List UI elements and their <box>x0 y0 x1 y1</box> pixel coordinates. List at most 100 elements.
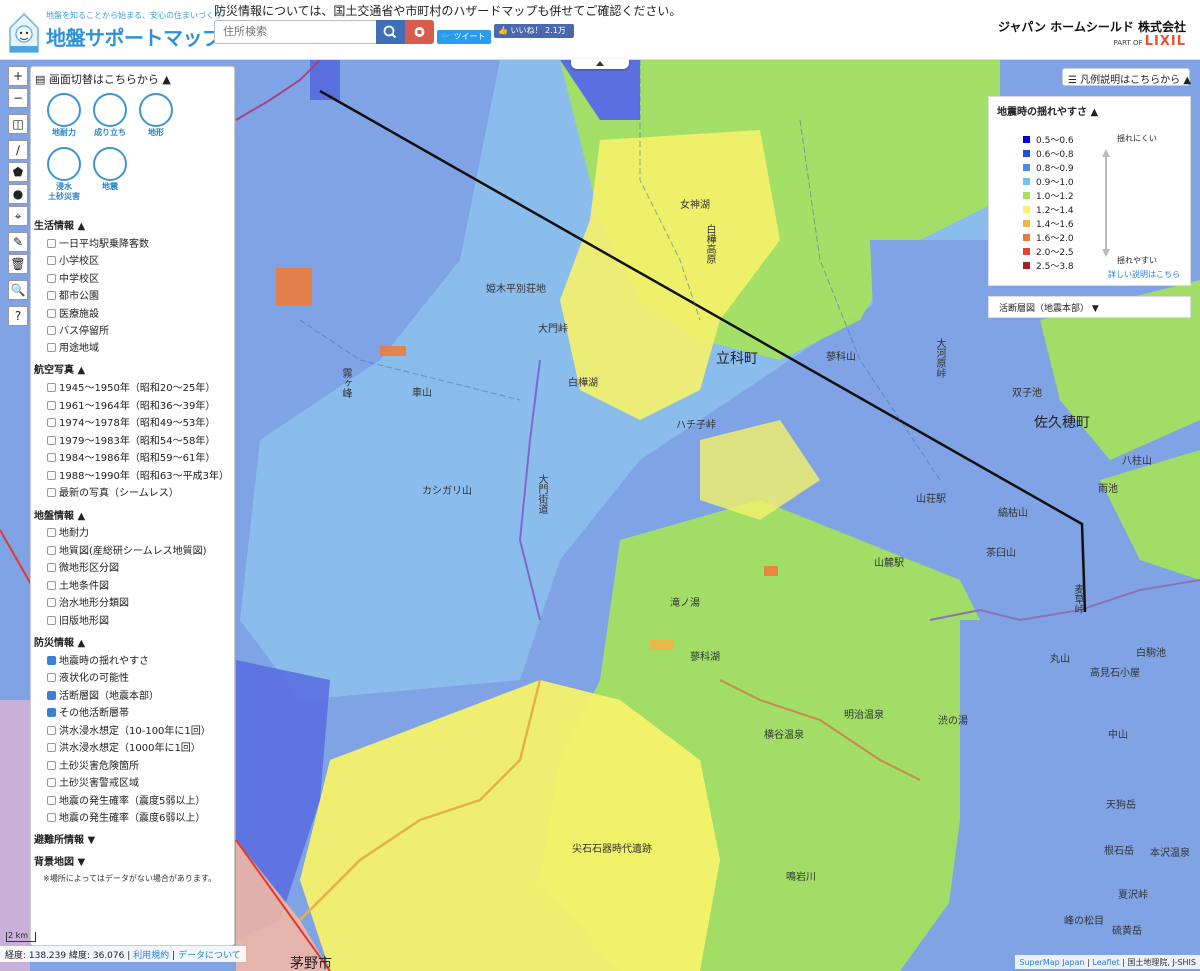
layer-checkbox[interactable]: 中学校区 <box>47 270 99 285</box>
layer-label: 最新の写真（シームレス） <box>59 488 179 499</box>
checkbox-icon <box>47 326 56 335</box>
zoom-out-button[interactable]: − <box>8 88 28 108</box>
zoom-in-button[interactable]: + <box>8 66 28 86</box>
layer-checkbox[interactable]: 都市公園 <box>47 287 99 302</box>
legend-swatch <box>1023 262 1030 269</box>
checkbox-icon <box>47 813 56 822</box>
legend-swatch <box>1023 248 1030 255</box>
layer-checkbox[interactable]: 地震の発生確率（震度5弱以上） <box>47 792 205 807</box>
site-brand: 地盤サポートマップ <box>46 26 222 50</box>
section-title-disaster[interactable]: 防災情報 ▲ <box>34 634 85 649</box>
tweet-button[interactable]: 🐦 ツイート <box>437 30 491 44</box>
layer-checkbox[interactable]: 土地条件図 <box>47 577 109 592</box>
tweet-label: ツイート <box>453 32 486 41</box>
legend-swatch <box>1023 220 1030 227</box>
header-collapse-tab[interactable] <box>571 59 629 69</box>
header: 地盤を知ることから始まる、安心の住まいづくり 地盤サポートマップ 防災情報につい… <box>0 0 1200 60</box>
legend-swatch <box>1023 136 1030 143</box>
section-title-shelter[interactable]: 避難所情報 ▼ <box>34 831 95 846</box>
view-terrain[interactable]: 地形 <box>135 93 177 138</box>
fault-legend-toggle[interactable]: 活断層図（地震本部） ▼ <box>988 296 1191 318</box>
edit-layers-button[interactable]: ✎ <box>8 232 28 252</box>
layer-label: 1979〜1983年（昭和54〜58年） <box>59 436 216 447</box>
data-availability-note: ※場所によってはデータがない場合があります。 <box>43 874 217 883</box>
attribution-supermap[interactable]: SuperMap Japan <box>1019 958 1084 967</box>
layer-checkbox[interactable]: 1984〜1986年（昭和59〜61年） <box>47 449 215 464</box>
view-flood[interactable]: 浸水 土砂災害 <box>43 147 85 202</box>
layer-checkbox[interactable]: 土砂災害警戒区域 <box>47 774 139 789</box>
legend-row: 1.6〜2.0 <box>1023 231 1074 244</box>
attribution-leaflet[interactable]: Leaflet <box>1092 958 1119 967</box>
view-earthquake[interactable]: 地震 <box>89 147 131 192</box>
legend-toggle-button[interactable]: ☰ 凡例説明はこちらから ▲ <box>1062 68 1191 86</box>
layer-checkbox[interactable]: 用途地域 <box>47 339 99 354</box>
view-switch-toggle[interactable]: ▤ 画面切替はこちらから ▲ <box>35 71 171 87</box>
layer-checkbox[interactable]: 1961〜1964年（昭和36〜39年） <box>47 397 215 412</box>
logo-house-icon <box>9 12 39 53</box>
section-title-aerial[interactable]: 航空写真 ▲ <box>34 361 85 376</box>
layer-checkbox[interactable]: 液状化の可能性 <box>47 669 129 684</box>
layer-checkbox[interactable]: 医療施設 <box>47 305 99 320</box>
address-search-input[interactable] <box>214 20 377 44</box>
legend-label: 0.6〜0.8 <box>1036 150 1074 160</box>
map-label: 峰の松目 <box>1064 916 1104 927</box>
legend-label: 1.6〜2.0 <box>1036 234 1074 244</box>
layer-checkbox[interactable]: 1979〜1983年（昭和54〜58年） <box>47 432 215 447</box>
view-label: 浸水 土砂災害 <box>48 182 80 201</box>
section-title-ground[interactable]: 地盤情報 ▲ <box>34 507 85 522</box>
like-label: いいね！ 2.1万 <box>510 26 566 35</box>
layer-label: 地質図(産総研シームレス地質図) <box>59 546 207 557</box>
legend-detail-link[interactable]: 詳しい説明はこちら <box>1108 269 1180 280</box>
site-logo[interactable]: 地盤を知ることから始まる、安心の住まいづくり 地盤サポートマップ <box>6 6 222 56</box>
layer-checkbox[interactable]: 活断層図（地震本部） <box>47 687 159 702</box>
layers-toggle-button[interactable]: ◫ <box>8 114 28 134</box>
layer-checkbox[interactable]: 治水地形分類図 <box>47 594 129 609</box>
terms-link[interactable]: 利用規約 <box>133 951 169 961</box>
help-button[interactable]: ? <box>8 306 28 326</box>
section-title-living[interactable]: 生活情報 ▲ <box>34 217 85 232</box>
map-label: 根石岳 <box>1104 846 1134 857</box>
layer-checkbox[interactable]: 1974〜1978年（昭和49〜53年） <box>47 414 215 429</box>
legend-row: 0.6〜0.8 <box>1023 147 1074 160</box>
layer-checkbox[interactable]: 一日平均駅乗降客数 <box>47 235 149 250</box>
legend-row: 0.9〜1.0 <box>1023 175 1074 188</box>
legend-label: 1.4〜1.6 <box>1036 220 1074 230</box>
draw-polygon-button[interactable]: ⬟ <box>8 162 28 182</box>
layer-checkbox[interactable]: 1988〜1990年（昭和63〜平成3年） <box>47 467 229 482</box>
layer-checkbox[interactable]: 地質図(産総研シームレス地質図) <box>47 542 207 557</box>
layer-checkbox[interactable]: その他活断層帯 <box>47 704 129 719</box>
delete-layers-button[interactable]: 🗑 <box>8 254 28 274</box>
layer-checkbox[interactable]: 地震の発生確率（震度6弱以上） <box>47 809 205 824</box>
legend-row: 1.2〜1.4 <box>1023 203 1074 216</box>
layer-checkbox[interactable]: 小学校区 <box>47 252 99 267</box>
draw-line-button[interactable]: ∕ <box>8 140 28 160</box>
layer-checkbox[interactable]: 1945〜1950年（昭和20〜25年） <box>47 379 215 394</box>
layer-checkbox[interactable]: 微地形区分図 <box>47 559 119 574</box>
layer-checkbox[interactable]: バス停留所 <box>47 322 109 337</box>
layer-checkbox[interactable]: 洪水浸水想定（1000年に1回） <box>47 739 201 754</box>
layer-checkbox[interactable]: 地震時の揺れやすさ <box>47 652 149 667</box>
layer-label: その他活断層帯 <box>59 708 129 719</box>
draw-circle-button[interactable]: ● <box>8 184 28 204</box>
layer-checkbox[interactable]: 最新の写真（シームレス） <box>47 484 179 499</box>
view-bearing-capacity[interactable]: 地耐力 <box>43 93 85 138</box>
map-search-button[interactable]: 🔍 <box>8 280 28 300</box>
facebook-like-button[interactable]: 👍 いいね！ 2.1万 <box>494 24 574 38</box>
scale-bar: 2 km <box>6 932 36 942</box>
legend-title[interactable]: 地震時の揺れやすさ ▲ <box>997 103 1098 118</box>
about-data-link[interactable]: データについて <box>178 951 241 961</box>
layer-checkbox[interactable]: 洪水浸水想定（10-100年に1回） <box>47 722 211 737</box>
search-button[interactable] <box>376 20 405 44</box>
view-formation[interactable]: 成り立ち <box>89 93 131 138</box>
layer-checkbox[interactable]: 旧版地形図 <box>47 612 109 627</box>
layer-checkbox[interactable]: 土砂災害危険箇所 <box>47 757 139 772</box>
map-label: 縞枯山 <box>998 508 1028 519</box>
draw-marker-button[interactable]: ⌖ <box>8 206 28 226</box>
section-title-basemap[interactable]: 背景地図 ▼ <box>34 853 85 868</box>
checkbox-icon <box>47 256 56 265</box>
checkbox-icon <box>47 616 56 625</box>
clear-button[interactable] <box>405 20 434 44</box>
map-toolbar: + − ◫ ∕ ⬟ ● ⌖ ✎ 🗑 🔍 ? <box>8 66 28 328</box>
layer-label: 小学校区 <box>59 256 99 267</box>
layer-checkbox[interactable]: 地耐力 <box>47 524 89 539</box>
